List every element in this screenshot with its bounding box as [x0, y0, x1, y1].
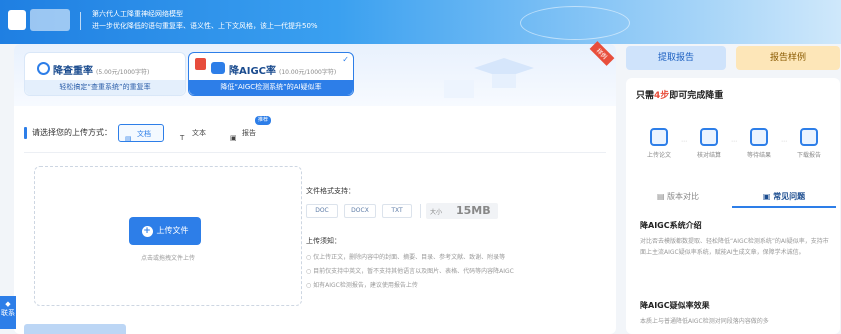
faq-body: 对比否去模版都数提取、轻松降低“AIGC检测系统”的AI疑似率，支持市面上主流A…: [640, 238, 829, 256]
clock-icon: [750, 128, 768, 146]
notes-title: 上传须知：: [306, 237, 341, 245]
report-icon: ▣: [230, 134, 237, 142]
step-upload: 上传论文: [638, 128, 680, 159]
sample-report-button[interactable]: 报告样例: [736, 46, 840, 70]
tab-version-compare[interactable]: ▤ 版本对比: [626, 186, 730, 208]
steps-title: 只需4步即可完成降重: [636, 91, 724, 101]
file-dropzone[interactable]: + 上传文件 点击或拖拽文件上传: [34, 166, 302, 306]
tab-document[interactable]: ▤ 文档: [118, 124, 164, 143]
upload-file-button[interactable]: + 上传文件: [129, 217, 201, 245]
top-banner: 第六代人工降重神经网络模型 进一步优化降低的语句重复率、语义性、上下文风格，该上…: [0, 0, 841, 44]
divider: [420, 204, 421, 218]
step-arrow-icon: ⋯: [681, 138, 687, 145]
section-marker: [24, 127, 27, 139]
bottom-action-button[interactable]: [24, 324, 126, 334]
format-chip-doc: DOC: [306, 204, 338, 218]
upload-method-row: 请选择您的上传方式： ▤ 文档 T 文本 ▣ 报告 推荐: [14, 116, 616, 146]
graduation-illustration: [444, 58, 534, 98]
tab-faq[interactable]: ▣ 常见问题: [732, 186, 836, 208]
upload-method-label: 请选择您的上传方式：: [32, 128, 112, 137]
step-wait: 等待结果: [738, 128, 780, 159]
extract-report-button[interactable]: 提取报告: [626, 46, 726, 70]
info-panel: ▤ 版本对比 ▣ 常见问题 降AIGC系统介绍 对比否去模版都数提取、轻松降低“…: [626, 182, 840, 334]
document-icon: ▤: [125, 135, 132, 143]
step-download: 下载报告: [788, 128, 830, 159]
divider: [24, 152, 606, 153]
note-item: ○ 仅上传正文，删除内容中的封面、摘要、目录、参考文献、致谢、附录等: [306, 254, 506, 261]
banner-headline: 第六代人工降重神经网络模型: [92, 10, 183, 18]
format-label: 文件格式支持：: [306, 187, 355, 195]
download-icon: [800, 128, 818, 146]
card-reduce-aigc[interactable]: 降AIGC率 (10.00元/1000字符) ✓ 降低“AIGC检测系统”的AI疑…: [188, 52, 354, 96]
card-reduce-duplication[interactable]: 降查重率 (5.00元/1000字符) 轻松搞定“查重系统”的重复率: [24, 52, 186, 96]
top-divider: [80, 12, 81, 30]
contact-icon: ◆: [5, 300, 11, 308]
upload-hint: 点击或拖拽文件上传: [140, 255, 195, 262]
step-checkout: 核对结算: [688, 128, 730, 159]
tab-report[interactable]: ▣ 报告: [224, 124, 264, 142]
size-limit-badge: 大小 15MB: [426, 203, 498, 219]
faq-heading: 降AIGC疑似率效果: [640, 301, 710, 310]
bookmark-icon: [195, 58, 206, 70]
sample-ribbon: 样例: [588, 41, 615, 68]
wallet-icon: [700, 128, 718, 146]
card-subtitle: 轻松搞定“查重系统”的重复率: [25, 80, 185, 95]
contact-tab[interactable]: ◆ 联系: [0, 296, 16, 329]
faq-heading: 降AIGC系统介绍: [640, 221, 702, 230]
step-arrow-icon: ⋯: [731, 138, 737, 145]
duplication-icon: [37, 62, 50, 75]
upload-icon: [650, 128, 668, 146]
size-value: 15MB: [456, 204, 491, 217]
step-arrow-icon: ⋯: [781, 138, 787, 145]
card-title: 降AIGC率 (10.00元/1000字符): [229, 66, 337, 77]
format-chip-txt: TXT: [382, 204, 412, 218]
banner-decoration: [520, 6, 630, 40]
main-panel: 降查重率 (5.00元/1000字符) 轻松搞定“查重系统”的重复率 降AIGC率…: [14, 41, 616, 334]
card-subtitle: 降低“AIGC检测系统”的AI疑似率: [189, 80, 353, 95]
brand-logo: [30, 9, 70, 31]
logo-icon: [8, 10, 26, 30]
text-icon: T: [180, 134, 185, 142]
note-item: ○ 如有AIGC检测报告，建议使用报告上传: [306, 282, 418, 289]
note-item: ○ 目前仅支持中英文，暂不支持其他语言以及图片、表格、代码等内容降AIGC: [306, 268, 514, 275]
contact-label: 联系: [1, 309, 15, 317]
check-icon: ✓: [342, 55, 349, 64]
recommend-badge: 推荐: [255, 116, 272, 125]
size-label: 大小: [430, 209, 443, 216]
tab-text[interactable]: T 文本: [174, 124, 214, 142]
faq-body: 本质上与普通降低AIGC检测对同段落内容做的多: [640, 318, 769, 325]
format-chip-docx: DOCX: [344, 204, 376, 218]
right-sidebar: 提取报告 报告样例 只需4步即可完成降重 上传论文 ⋯ 核对结算 ⋯ 等待结果 …: [626, 44, 841, 334]
service-selector: 降查重率 (5.00元/1000字符) 轻松搞定“查重系统”的重复率 降AIGC率…: [14, 41, 616, 106]
banner-subline: 进一步优化降低的语句重复率、语义性、上下文风格，该上一代提升50%: [92, 22, 318, 30]
card-title: 降查重率 (5.00元/1000字符): [53, 66, 150, 77]
ai-icon: [211, 62, 225, 74]
plus-icon: +: [141, 226, 153, 237]
